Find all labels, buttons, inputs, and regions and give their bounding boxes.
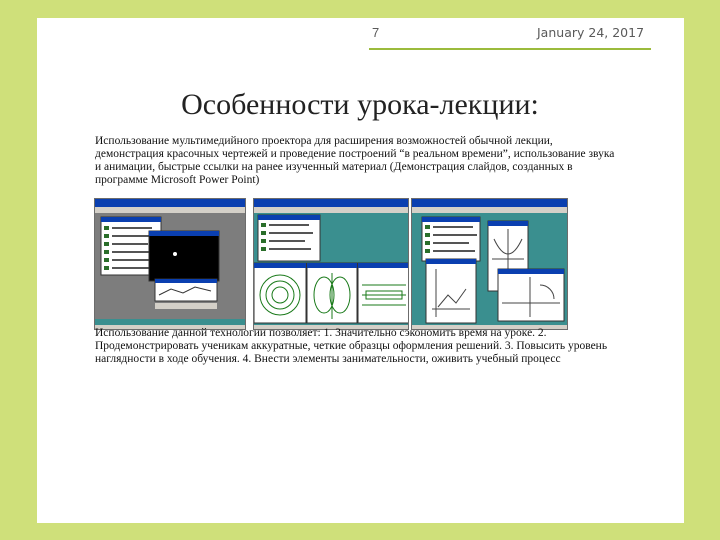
screenshot-image-3 [411,198,568,330]
page-number: 7 [372,25,380,40]
slide-date: January 24, 2017 [537,25,645,40]
paragraph-usage: Использование мультимедийного проектора … [95,135,615,186]
header-rule [369,48,651,50]
slide-title: Особенности урока-лекции: [181,88,539,121]
screenshot-image-1 [94,198,246,330]
screenshot-image-2 [253,198,409,330]
paragraph-benefits: Использование данной технологии позволяе… [95,327,608,365]
